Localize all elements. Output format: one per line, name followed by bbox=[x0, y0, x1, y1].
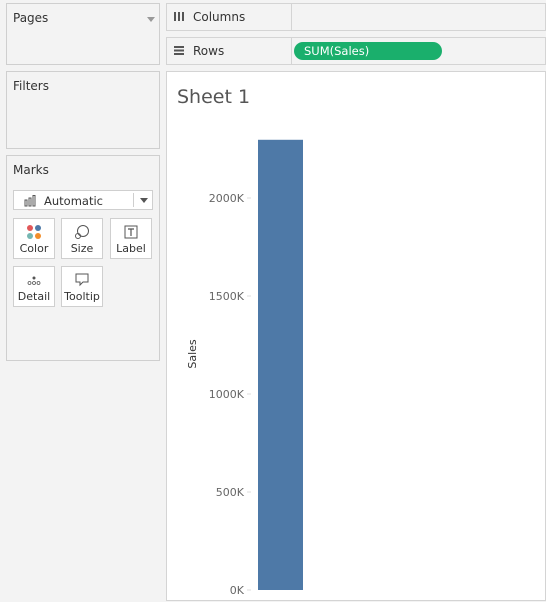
sheet-view: Sheet 1 0K 500K 1000K 1500K 2000K Sales bbox=[166, 71, 546, 601]
mark-type-dropdown[interactable]: Automatic bbox=[13, 190, 153, 210]
rows-label: Rows bbox=[193, 44, 225, 58]
rows-shelf[interactable]: Rows SUM(Sales) bbox=[166, 37, 546, 65]
color-label: Color bbox=[19, 242, 49, 255]
detail-button[interactable]: Detail bbox=[13, 266, 55, 307]
pages-card[interactable]: Pages bbox=[6, 3, 160, 65]
label-button[interactable]: Label bbox=[110, 218, 152, 259]
columns-shelf-label-area: Columns bbox=[173, 4, 292, 30]
y-axis-label: Sales bbox=[186, 339, 199, 369]
label-label: Label bbox=[116, 242, 146, 255]
y-tick-label: 2000K bbox=[209, 192, 245, 205]
sum-sales-pill[interactable]: SUM(Sales) bbox=[294, 42, 442, 60]
y-tick-label: 500K bbox=[216, 486, 245, 499]
size-icon bbox=[75, 225, 89, 239]
chevron-down-icon[interactable] bbox=[140, 198, 148, 203]
filters-title: Filters bbox=[13, 79, 49, 93]
rows-icon bbox=[173, 44, 187, 59]
marks-title: Marks bbox=[13, 163, 49, 177]
tooltip-button[interactable]: Tooltip bbox=[61, 266, 103, 307]
pages-title: Pages bbox=[13, 11, 49, 25]
tooltip-icon bbox=[75, 273, 89, 287]
detail-icon bbox=[27, 276, 41, 285]
pages-menu-icon[interactable] bbox=[147, 17, 155, 22]
label-icon bbox=[124, 225, 138, 239]
dropdown-separator bbox=[133, 193, 134, 207]
tooltip-label: Tooltip bbox=[64, 290, 100, 303]
y-tick-label: 1500K bbox=[209, 290, 245, 303]
y-tick-label: 0K bbox=[230, 584, 245, 597]
size-label: Size bbox=[70, 242, 94, 255]
y-tick-label: 1000K bbox=[209, 388, 245, 401]
mark-type-label: Automatic bbox=[44, 194, 103, 208]
color-icon bbox=[27, 225, 41, 239]
sales-bar[interactable] bbox=[258, 139, 303, 590]
filters-card[interactable]: Filters bbox=[6, 71, 160, 149]
bar-chart-icon bbox=[24, 195, 36, 207]
marks-card: Marks Automatic Color Size Label Detail … bbox=[6, 155, 160, 361]
detail-label: Detail bbox=[17, 290, 51, 303]
bar-chart: 0K 500K 1000K 1500K 2000K Sales bbox=[186, 139, 303, 597]
columns-icon bbox=[173, 10, 187, 25]
rows-shelf-label-area: Rows bbox=[173, 38, 292, 64]
color-button[interactable]: Color bbox=[13, 218, 55, 259]
columns-label: Columns bbox=[193, 10, 246, 24]
size-button[interactable]: Size bbox=[61, 218, 103, 259]
columns-shelf[interactable]: Columns bbox=[166, 3, 546, 31]
